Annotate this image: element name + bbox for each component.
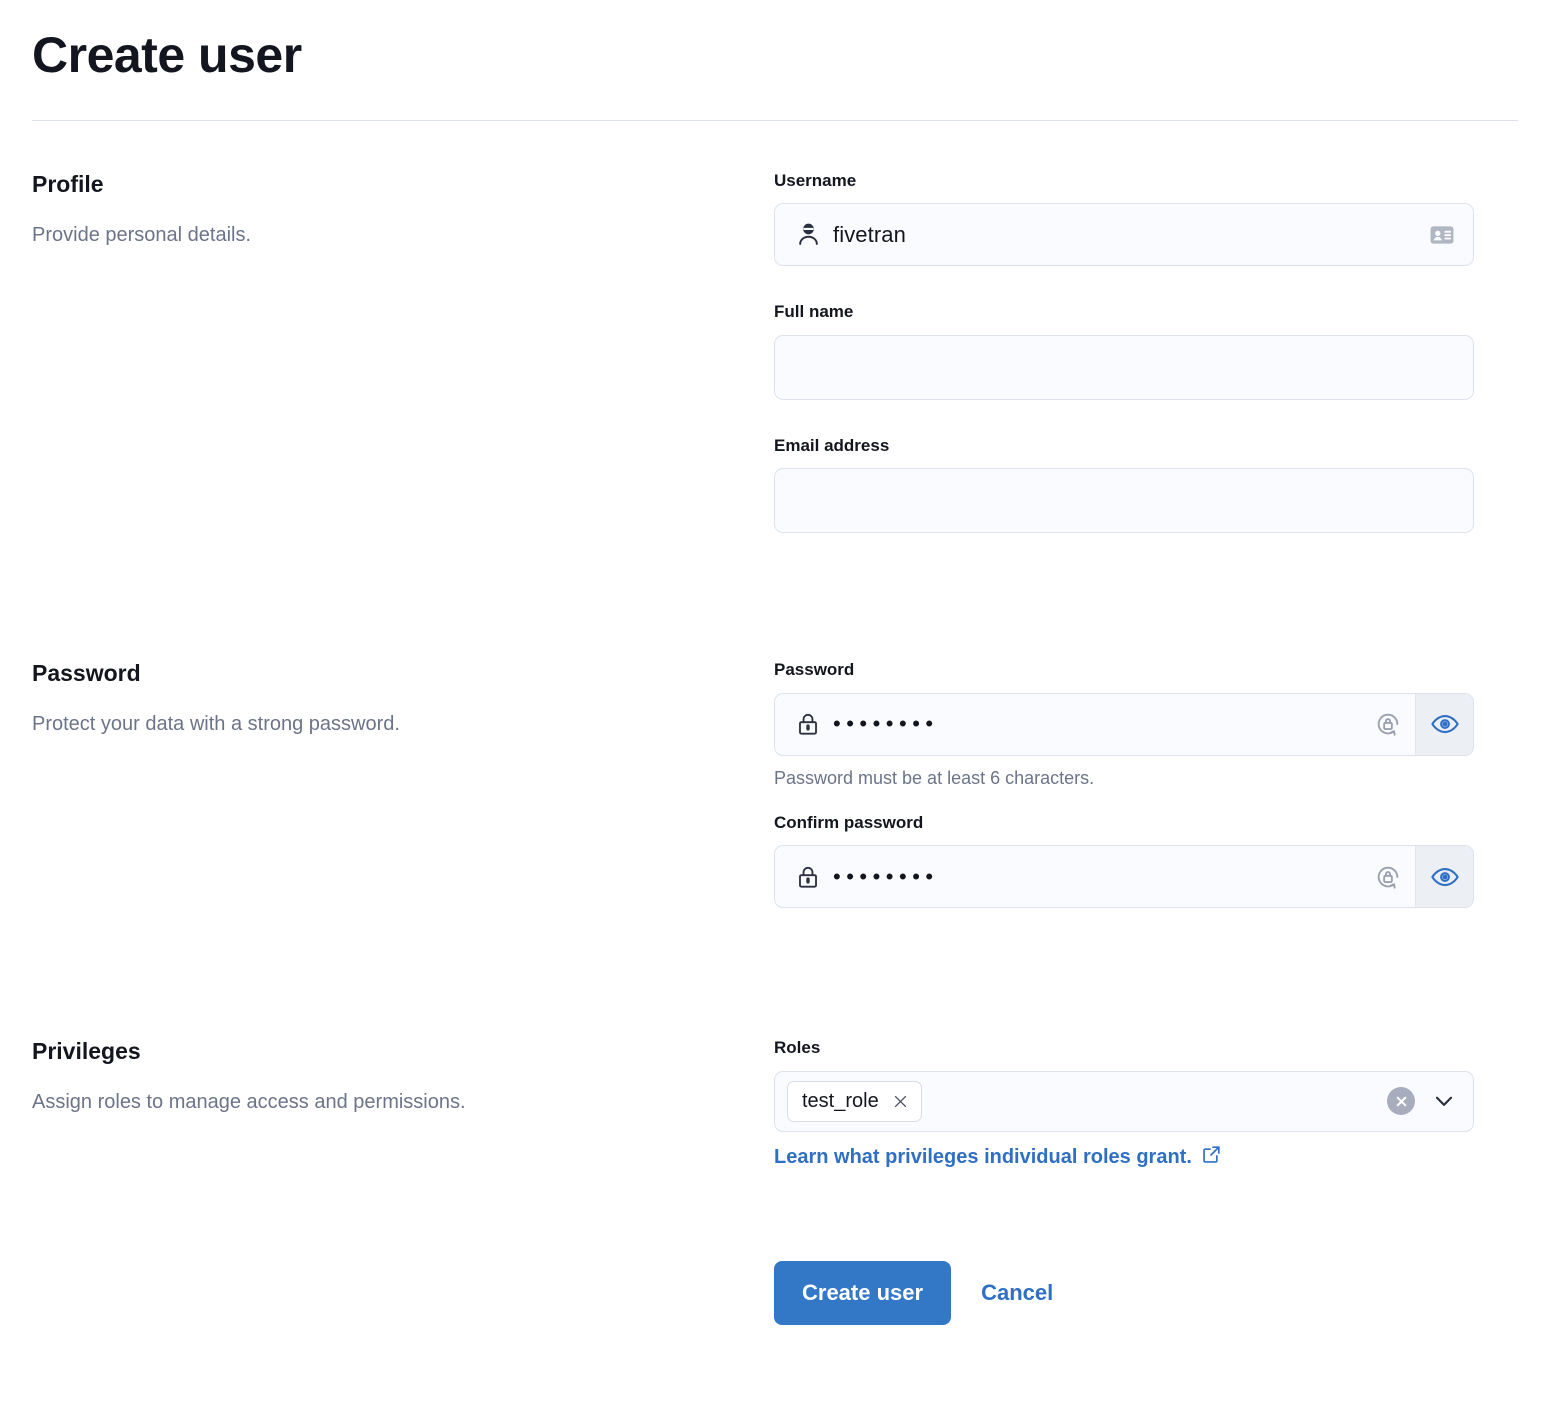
- chevron-down-icon[interactable]: [1429, 1086, 1459, 1116]
- password-value[interactable]: ••••••••: [831, 694, 1361, 755]
- full-name-value[interactable]: [775, 336, 1473, 399]
- field-roles: Roles test_role Learn what privileges in…: [774, 1038, 1474, 1170]
- username-input[interactable]: fivetran: [774, 203, 1474, 267]
- role-tag[interactable]: test_role: [787, 1080, 922, 1122]
- generate-password-icon[interactable]: [1361, 846, 1415, 907]
- email-address-label: Email address: [774, 435, 890, 455]
- section-privileges-fields: Roles test_role Learn what privileges in…: [774, 1038, 1474, 1325]
- field-full-name: Full name: [774, 302, 1474, 400]
- section-privileges-description: Assign roles to manage access and permis…: [32, 1090, 466, 1113]
- external-link-icon: [1201, 1144, 1222, 1171]
- section-profile-fields: Username fivetran Full name Email addres…: [774, 171, 1474, 555]
- user-icon: [775, 204, 831, 265]
- field-confirm-password: Confirm password ••••••••: [774, 812, 1474, 909]
- roles-select-actions: [1377, 1086, 1459, 1116]
- roles-learn-more-link[interactable]: Learn what privileges individual roles g…: [774, 1144, 1222, 1171]
- section-password-fields: Password •••••••• Password must be at le…: [774, 660, 1474, 930]
- section-profile-heading: Profile: [32, 171, 104, 197]
- confirm-password-label: Confirm password: [774, 812, 924, 832]
- email-address-input[interactable]: [774, 468, 1474, 534]
- remove-role-icon[interactable]: [892, 1093, 909, 1110]
- page-title: Create user: [32, 27, 302, 83]
- lock-icon: [775, 694, 831, 755]
- password-label: Password: [774, 660, 855, 680]
- confirm-password-input[interactable]: ••••••••: [774, 845, 1474, 909]
- roles-learn-more-label: Learn what privileges individual roles g…: [774, 1145, 1192, 1168]
- password-help-text: Password must be at least 6 characters.: [774, 767, 1095, 788]
- generate-password-icon[interactable]: [1361, 694, 1415, 755]
- form-actions: Create user Cancel: [774, 1260, 1474, 1325]
- page-header: Create user: [0, 0, 1550, 83]
- section-profile: Profile Provide personal details. Userna…: [32, 121, 1518, 555]
- role-tag-label: test_role: [802, 1089, 879, 1112]
- roles-select[interactable]: test_role: [774, 1070, 1474, 1132]
- cancel-button[interactable]: Cancel: [959, 1261, 1075, 1325]
- section-privileges-heading: Privileges: [32, 1038, 141, 1065]
- confirm-password-visibility-toggle[interactable]: [1415, 846, 1473, 908]
- roles-tag-area: test_role: [787, 1080, 1377, 1122]
- section-profile-description: Provide personal details.: [32, 223, 252, 246]
- full-name-label: Full name: [774, 302, 854, 322]
- roles-label: Roles: [774, 1038, 821, 1058]
- full-name-input[interactable]: [774, 334, 1474, 400]
- email-address-value[interactable]: [775, 469, 1473, 532]
- lock-icon: [775, 846, 831, 907]
- section-privileges-info: Privileges Assign roles to manage access…: [32, 1038, 774, 1116]
- section-password-info: Password Protect your data with a strong…: [32, 660, 774, 738]
- section-profile-info: Profile Provide personal details.: [32, 171, 774, 249]
- field-email-address: Email address: [774, 435, 1474, 534]
- password-visibility-toggle[interactable]: [1415, 693, 1473, 755]
- section-password: Password Protect your data with a strong…: [32, 555, 1518, 930]
- confirm-password-value[interactable]: ••••••••: [831, 846, 1361, 907]
- field-username: Username fivetran: [774, 171, 1474, 267]
- field-password: Password •••••••• Password must be at le…: [774, 660, 1474, 790]
- create-user-button[interactable]: Create user: [774, 1260, 952, 1325]
- password-input[interactable]: ••••••••: [774, 692, 1474, 756]
- username-label: Username: [774, 171, 857, 190]
- section-password-heading: Password: [32, 660, 141, 687]
- username-value[interactable]: fivetran: [831, 204, 1417, 265]
- section-password-description: Protect your data with a strong password…: [32, 712, 400, 735]
- create-user-form: Profile Provide personal details. Userna…: [0, 121, 1550, 1325]
- create-user-page: Create user Profile Provide personal det…: [0, 0, 1550, 1418]
- section-privileges: Privileges Assign roles to manage access…: [32, 930, 1518, 1325]
- id-card-icon[interactable]: [1417, 204, 1473, 265]
- clear-roles-icon[interactable]: [1387, 1087, 1415, 1116]
